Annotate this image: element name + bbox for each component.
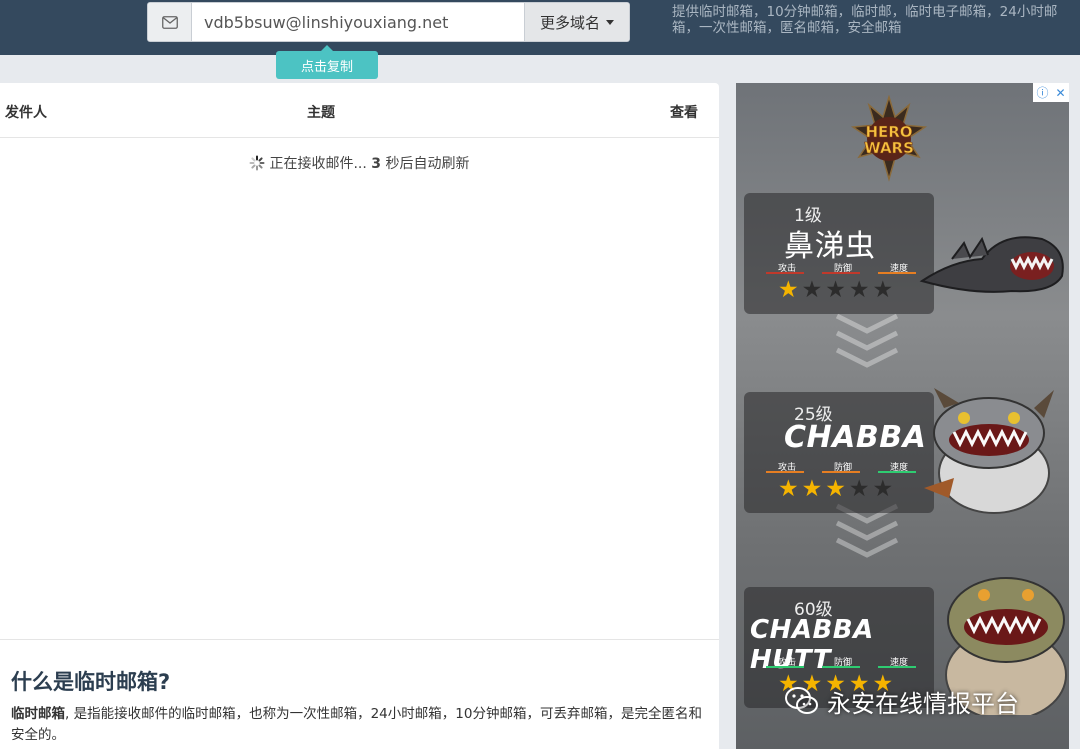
stat-label: 防御 [834,655,852,668]
copy-button[interactable]: 点击复制 [276,51,378,79]
caret-down-icon [606,20,614,25]
chevron-down-icon [832,311,902,371]
ad-choices[interactable]: ⓘ✕ [1033,83,1069,102]
wechat-watermark: 永安在线情报平台 [785,683,1075,719]
wechat-icon [785,686,819,716]
loading-text: 正在接收邮件... [269,156,366,172]
star-rating: ★★★★★ [778,478,893,501]
star-rating: ★★★★★ [778,279,893,302]
refresh-text: 秒后自动刷新 [386,156,470,172]
hero-wars-logo: HERO WARS [849,95,929,183]
stat-label: 防御 [834,460,852,473]
star-icon: ★ [802,279,823,302]
about-title: 什么是临时邮箱? [11,666,170,696]
stat-label: 攻击 [778,655,796,668]
star-icon: ★ [873,478,894,501]
column-view: 查看 [670,102,698,122]
svg-text:WARS: WARS [864,139,914,157]
inbox-header: 发件人 主题 查看 [0,83,719,138]
stat-label: 速度 [890,655,908,668]
info-icon[interactable]: ⓘ [1036,84,1048,101]
more-domains-button[interactable]: 更多域名 [524,3,629,41]
refresh-countdown: 3 [371,156,381,172]
more-domains-label: 更多域名 [540,12,600,33]
loading-status: 正在接收邮件... 3 秒后自动刷新 [0,153,719,173]
creature-stats: 攻击 防御 速度 [778,261,908,274]
site-description: 提供临时邮箱，10分钟邮箱，临时邮，临时电子邮箱，24小时邮箱，一次性邮箱，匿名… [672,4,1080,36]
close-icon[interactable]: ✕ [1055,86,1065,100]
top-bar: 更多域名 提供临时邮箱，10分钟邮箱，临时邮，临时电子邮箱，24小时邮箱，一次性… [0,0,1080,55]
email-address-field[interactable] [192,3,524,41]
column-sender: 发件人 [5,102,47,122]
divider [0,639,719,640]
star-icon: ★ [778,279,799,302]
stat-label: 攻击 [778,261,796,274]
creature-stats: 攻击防御速度 [778,460,908,473]
envelope-icon [148,3,192,41]
star-icon: ★ [825,478,846,501]
stat-label: 速度 [890,261,908,274]
star-icon: ★ [778,478,799,501]
creature-name: 鼻涕虫 [784,221,876,265]
stat-bar [822,666,860,668]
inbox-panel: 发件人 主题 查看 正在接收邮件... 3 秒后自动刷新 什么是临时邮箱? 临时… [0,83,719,749]
stat-bar [766,666,804,668]
star-icon: ★ [873,279,894,302]
stat-bar [766,471,804,473]
chabba-creature-image [904,388,1069,518]
stat-label: 防御 [834,261,852,274]
stat-bar [822,471,860,473]
about-term: 临时邮箱 [11,706,65,722]
spinner-icon [249,155,265,171]
about-paragraph: 临时邮箱, 是指能接收邮件的临时邮箱，也称为一次性邮箱，24小时邮箱，10分钟邮… [11,704,711,746]
star-icon: ★ [849,478,870,501]
star-icon: ★ [825,279,846,302]
about-text: , 是指能接收邮件的临时邮箱，也称为一次性邮箱，24小时邮箱，10分钟邮箱，可丢… [11,706,702,743]
slug-creature-image [912,221,1069,301]
creature-stats: 攻击 防御 速度 [778,655,908,668]
stat-bar [822,272,860,274]
email-address-group: 更多域名 [147,2,630,42]
stat-bar [878,666,916,668]
creature-card: 1级鼻涕虫攻击防御速度★★★★★ [744,193,934,314]
stat-bar [766,272,804,274]
column-subject: 主题 [307,102,335,122]
stat-bar [878,272,916,274]
star-icon: ★ [849,279,870,302]
star-icon: ★ [802,478,823,501]
watermark-text: 永安在线情报平台 [827,684,1019,719]
hero-wars-ad[interactable]: ⓘ✕ HERO WARS 1级鼻涕虫攻击防御速度★★★★★25级CHABBA攻击… [736,83,1069,749]
stat-label: 攻击 [778,460,796,473]
